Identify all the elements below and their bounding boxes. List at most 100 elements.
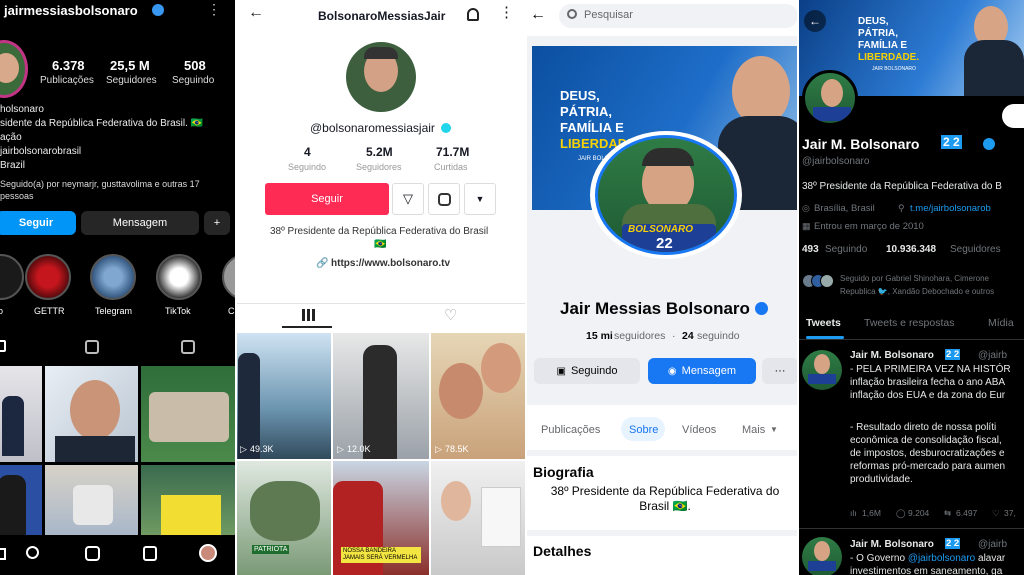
shop-icon[interactable] <box>143 546 157 561</box>
tw-reply-count[interactable]: 9.204 <box>908 508 929 518</box>
tt-video-thumbnail[interactable] <box>431 461 526 575</box>
tt-view-count: 12.0K <box>347 444 371 454</box>
tw-following-label: Seguindo <box>825 244 868 255</box>
tt-view-count: 78.5K <box>445 444 469 454</box>
tw-avatar[interactable] <box>802 70 858 126</box>
tw-follow-button[interactable] <box>1002 104 1024 128</box>
tw-tweet-text: inflação dos EUA e da zona do Eur <box>850 390 1006 401</box>
tw-tweet[interactable]: Jair M. Bolsonaro 2 2 @jairb - O Governo… <box>798 529 1024 575</box>
fb-followers-count[interactable]: 15 mi <box>586 330 613 342</box>
tw-tab-media[interactable]: Mídia <box>988 317 1014 329</box>
location-icon: ◎ <box>802 203 810 213</box>
tw-tab-tweets[interactable]: Tweets <box>806 317 841 329</box>
fb-tab-posts[interactable]: Publicações <box>541 424 600 436</box>
fb-tab-about[interactable]: Sobre <box>629 424 658 436</box>
reels-icon[interactable] <box>85 546 100 561</box>
tw-followed-by[interactable]: Republica 🐦, Xandão Debochado e outros <box>840 287 994 296</box>
tw-followers-count[interactable]: 10.936.348 <box>886 244 936 255</box>
tiktok-profile-panel: ← BolsonaroMessiasJair ⋮ @bolsonaromessi… <box>236 0 526 575</box>
fb-badge-text: BOLSONARO <box>628 224 693 235</box>
tt-follow-button[interactable]: Seguir <box>265 183 389 215</box>
ig-more-icon[interactable]: ⋮ <box>207 1 221 18</box>
tt-bio: 38º Presidente da República Federativa d… <box>270 226 489 237</box>
ig-message-button[interactable]: Mensagem <box>81 211 199 235</box>
search-icon[interactable] <box>26 546 39 559</box>
tw-link[interactable]: t.me/jairbolsonarob <box>910 203 991 214</box>
ig-post-thumbnail[interactable] <box>45 465 138 535</box>
tw-following-count[interactable]: 493 <box>802 244 819 255</box>
fb-following-label-btn: Seguindo <box>570 365 618 377</box>
ig-bio-line: Brazil <box>0 160 26 171</box>
tt-followers-count[interactable]: 5.2M <box>366 145 393 159</box>
back-arrow-icon[interactable]: ← <box>530 6 546 24</box>
bell-icon[interactable] <box>467 8 479 21</box>
tw-mention-link[interactable]: @jairbolsonaro <box>908 553 975 564</box>
tagged-icon[interactable] <box>181 340 195 354</box>
tt-followers-label: Seguidores <box>356 162 402 172</box>
tt-likes-count[interactable]: 71.7M <box>436 145 469 159</box>
ig-add-user-button[interactable]: + <box>204 211 230 235</box>
tt-video-thumbnail[interactable]: ▷ 49.3K <box>236 333 331 459</box>
tw-tweet-text: de impostos, desburocratizações e <box>850 448 1005 459</box>
tw-tweet-text-part: alavar <box>975 553 1006 564</box>
back-arrow-icon[interactable]: ← <box>804 10 826 32</box>
profile-avatar-icon[interactable] <box>199 544 217 562</box>
ig-post-thumbnail[interactable] <box>0 366 42 462</box>
tw-joined: Entrou em março de 2010 <box>814 221 924 232</box>
tt-video-thumbnail[interactable]: NOSSA BANDEIRA JAMAIS SERÁ VERMELHA <box>333 461 429 575</box>
home-icon[interactable] <box>0 548 6 560</box>
tw-followed-by[interactable]: Seguido por Gabriel Shinohara, Cimerone <box>840 274 989 283</box>
tt-instagram-button[interactable] <box>428 183 460 215</box>
verified-icon <box>983 138 995 150</box>
tw-tweet[interactable]: Jair M. Bolsonaro 2 2 @jairb - PELA PRIM… <box>798 340 1024 530</box>
ig-bio-link[interactable]: jairbolsonarobrasil <box>0 146 81 157</box>
tw-tab-replies[interactable]: Tweets e respostas <box>864 317 954 329</box>
ig-followed-by[interactable]: Seguido(a) por neymarjr, gusttavolima e … <box>0 178 210 202</box>
tw-tweet-avatar[interactable] <box>802 537 842 575</box>
fb-following-label: seguindo <box>697 330 740 342</box>
tw-like-count[interactable]: 37, <box>1004 508 1016 518</box>
tw-tweet-handle: @jairb <box>978 350 1008 361</box>
fb-following-button[interactable]: ▣ Seguindo <box>534 358 640 384</box>
tt-video-thumbnail[interactable]: PATRIOTA <box>236 461 331 575</box>
fb-following-count[interactable]: 24 <box>682 330 694 342</box>
ig-post-thumbnail[interactable] <box>141 366 236 462</box>
ig-follow-button[interactable]: Seguir <box>0 211 76 235</box>
fb-message-button[interactable]: ◉ Mensagem <box>648 358 756 384</box>
facebook-profile-panel: ← Pesquisar DEUS, PÁTRIA, FAMÍLIA E LIBE… <box>526 0 798 575</box>
tw-followers-label: Seguidores <box>950 244 1001 255</box>
tt-link[interactable]: https://www.bolsonaro.tv <box>331 258 450 269</box>
liked-tab-heart-icon[interactable]: ♡ <box>444 306 457 324</box>
ig-post-thumbnail[interactable] <box>141 465 236 535</box>
grid-icon[interactable] <box>0 340 6 352</box>
tt-more-icon[interactable]: ⋮ <box>499 3 514 21</box>
tt-avatar[interactable] <box>346 42 416 112</box>
fb-search-input[interactable]: Pesquisar <box>559 4 798 28</box>
tt-video-thumbnail[interactable]: ▷ 12.0K <box>333 333 429 459</box>
tw-tweet-text: econômica de consolidação fiscal, <box>850 435 1002 446</box>
tt-dropdown-button[interactable]: ▼ <box>464 183 496 215</box>
back-arrow-icon[interactable]: ← <box>248 4 264 22</box>
ig-highlight-label: Telegram <box>95 306 133 316</box>
ig-post-thumbnail[interactable] <box>45 366 138 462</box>
tw-views-count[interactable]: 1,6M <box>862 508 881 518</box>
tw-tweet-avatar[interactable] <box>802 350 842 390</box>
tw-tweet-text: inflação brasileira fecha o ano ABA <box>850 377 1006 388</box>
videos-tab-icon[interactable] <box>302 309 315 321</box>
ig-post-thumbnail[interactable] <box>0 465 42 535</box>
fb-tab-more[interactable]: Mais <box>742 424 765 436</box>
fb-profile-picture[interactable]: BOLSONARO 22 <box>595 135 737 255</box>
panel-divider <box>525 0 527 575</box>
tt-following-count[interactable]: 4 <box>304 145 311 159</box>
views-icon: ılı <box>850 508 857 518</box>
fb-more-button[interactable]: ··· <box>762 358 798 384</box>
ig-highlight-label: GETTR <box>34 306 65 316</box>
tw-retweet-count[interactable]: 6.497 <box>956 508 977 518</box>
tt-video-thumbnail[interactable]: ▷ 78.5K <box>431 333 526 459</box>
ig-avatar[interactable] <box>0 40 28 98</box>
reels-icon[interactable] <box>85 340 99 354</box>
tw-bio: 38º Presidente da República Federativa d… <box>802 181 1002 192</box>
tt-send-button[interactable]: ▽ <box>392 183 424 215</box>
fb-tab-videos[interactable]: Vídeos <box>682 424 716 436</box>
caret-down-icon: ▼ <box>770 425 778 434</box>
